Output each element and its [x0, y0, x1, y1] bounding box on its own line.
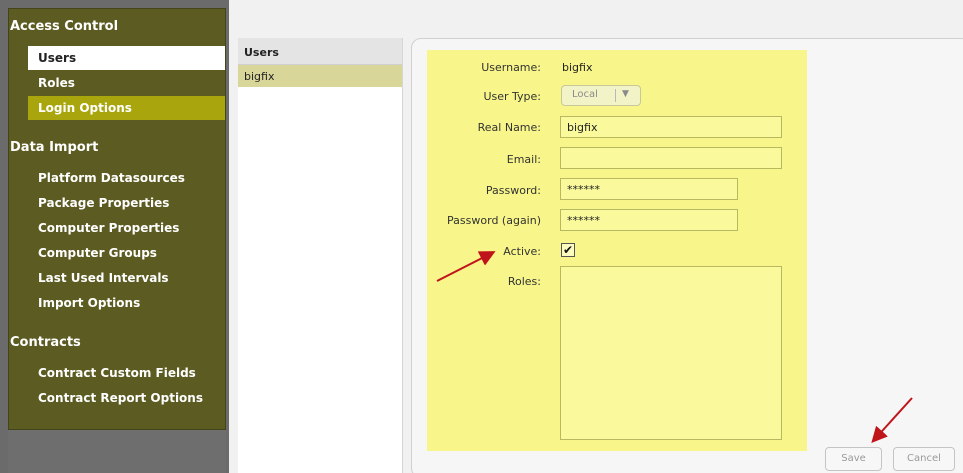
sidebar-item-contract-custom-fields[interactable]: Contract Custom Fields: [28, 361, 225, 385]
app-root: Access Control Users Roles Login Options…: [0, 0, 963, 473]
password-again-label: Password (again): [447, 214, 541, 227]
active-label: Active:: [503, 245, 541, 258]
section-access-control: Access Control: [10, 19, 119, 34]
save-button[interactable]: Save: [825, 447, 882, 471]
user-type-label: User Type:: [483, 90, 541, 103]
username-label: Username:: [481, 61, 541, 74]
chevron-down-icon: ▼: [622, 89, 629, 99]
user-type-value: Local: [572, 89, 598, 100]
section-contracts: Contracts: [10, 335, 81, 350]
email-input[interactable]: [560, 147, 782, 169]
real-name-label: Real Name:: [477, 121, 541, 134]
sidebar-item-package-properties[interactable]: Package Properties: [28, 191, 225, 215]
active-checkbox[interactable]: ✔: [561, 243, 575, 257]
sidebar-footer: [8, 430, 226, 473]
real-name-input[interactable]: bigfix: [560, 116, 782, 138]
sidebar-item-import-options[interactable]: Import Options: [28, 291, 225, 315]
sidebar-item-platform-datasources[interactable]: Platform Datasources: [28, 166, 225, 190]
password-input[interactable]: ******: [560, 178, 738, 200]
sidebar-item-login-options[interactable]: Login Options: [28, 96, 225, 120]
users-list-row[interactable]: bigfix: [238, 65, 402, 87]
email-label: Email:: [506, 153, 541, 166]
section-data-import: Data Import: [10, 140, 99, 155]
sidebar-item-roles[interactable]: Roles: [28, 71, 225, 95]
username-value: bigfix: [562, 61, 593, 74]
user-type-select[interactable]: Local ▼: [561, 85, 641, 106]
password-label: Password:: [485, 184, 541, 197]
sidebar-item-computer-properties[interactable]: Computer Properties: [28, 216, 225, 240]
roles-listbox[interactable]: [560, 266, 782, 440]
select-divider: [615, 89, 616, 102]
users-list: Users bigfix: [238, 38, 403, 473]
sidebar-item-contract-report-options[interactable]: Contract Report Options: [28, 386, 225, 410]
sidebar: Access Control Users Roles Login Options…: [0, 0, 229, 473]
users-list-header: Users: [238, 38, 402, 65]
roles-label: Roles:: [507, 275, 541, 288]
sidebar-item-computer-groups[interactable]: Computer Groups: [28, 241, 225, 265]
cancel-button[interactable]: Cancel: [893, 447, 955, 471]
sidebar-item-last-used-intervals[interactable]: Last Used Intervals: [28, 266, 225, 290]
sidebar-item-users[interactable]: Users: [28, 46, 225, 70]
password-again-input[interactable]: ******: [560, 209, 738, 231]
